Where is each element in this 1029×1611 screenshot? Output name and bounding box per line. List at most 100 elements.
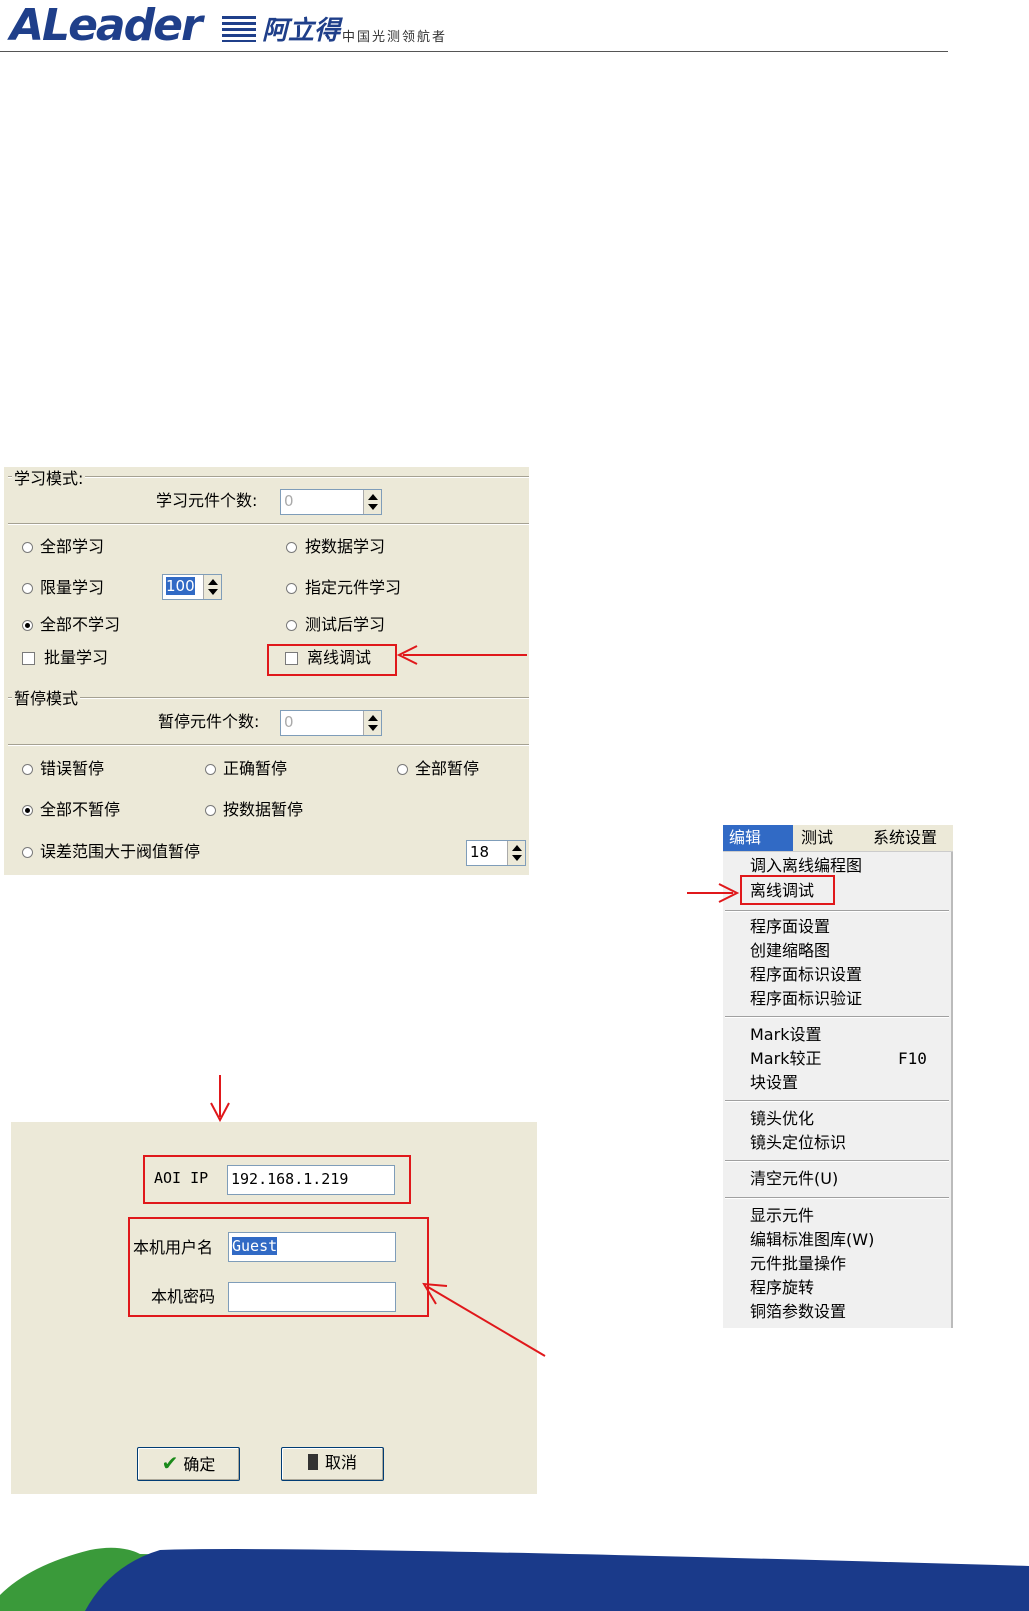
checkbox-offline-debug[interactable] [285,652,298,665]
aoi-ip-label: AOI IP [154,1169,209,1187]
radio-all-learn[interactable] [22,542,33,553]
learn-group-title: 学习模式: [12,469,86,489]
menu-item-face-mark-verify[interactable]: 程序面标识验证 [750,988,862,1010]
menubar-test-label: 测试 [801,828,834,847]
radio-after-test-learn[interactable] [286,620,297,631]
label-after-test-learn: 测试后学习 [305,615,386,634]
radio-limit-learn[interactable] [22,583,33,594]
brand-logo-chinese: 阿立得 [262,16,341,46]
menubar-test[interactable]: 测试 [801,825,833,851]
radio-all-pause[interactable] [397,764,408,775]
username-value: Guest [232,1237,278,1255]
menu-item-face-mark-settings[interactable]: 程序面标识设置 [750,964,862,986]
radio-threshold-pause[interactable] [22,847,33,858]
menubar-system-settings[interactable]: 系统设置 [873,825,937,851]
aoi-ip-input[interactable]: 192.168.1.219 [227,1165,395,1195]
threshold-spin-arrows-icon[interactable] [507,841,525,865]
menu-separator [725,1197,949,1199]
menubar: 编辑 测试 系统设置 [723,825,953,852]
brand-logo-text: ALeader [10,0,203,51]
label-no-pause: 全部不暂停 [40,800,121,819]
menu-separator [725,1100,949,1102]
menu-item-show-components[interactable]: 显示元件 [750,1205,814,1227]
ok-button[interactable]: ✔ 确定 [137,1447,240,1481]
logo-stripes-icon [222,16,256,42]
menu-separator [725,1160,949,1162]
edit-dropdown-menu: 编辑 测试 系统设置 调入离线编程图 离线调试 程序面设置 创建缩略图 程序面标… [723,825,953,1328]
limit-spin-arrows-icon[interactable] [203,575,221,599]
label-by-data-learn: 按数据学习 [305,537,386,556]
pause-options-divider [8,744,529,746]
menu-item-lens-optimize[interactable]: 镜头优化 [750,1108,814,1130]
pause-group-border [8,697,529,699]
label-all-pause: 全部暂停 [415,759,480,778]
menu-item-program-rotate[interactable]: 程序旋转 [750,1277,814,1299]
annotation-arrow-credentials [422,1282,546,1357]
menu-item-mark-calibrate[interactable]: Mark较正 [750,1048,821,1070]
radio-no-learn[interactable] [22,620,33,631]
menu-item-edit-standard-library[interactable]: 编辑标准图库(W) [750,1229,874,1251]
exit-door-icon [307,1454,318,1470]
menu-separator [725,910,949,912]
menubar-system-settings-label: 系统设置 [873,828,938,847]
label-error-pause: 错误暂停 [40,759,105,778]
learn-options-divider [8,523,529,525]
annotation-arrow-menu-offline [687,883,740,903]
threshold-value: 18 [470,843,490,861]
label-no-learn: 全部不学习 [40,615,121,634]
learn-count-label: 学习元件个数: [156,491,258,510]
menu-item-block-settings[interactable]: 块设置 [750,1072,798,1094]
label-specified-learn: 指定元件学习 [305,578,402,597]
menubar-edit[interactable]: 编辑 [723,825,793,851]
limit-learn-spinner[interactable]: 100 [162,574,222,600]
annotation-arrow-down [210,1075,230,1123]
header-divider [0,51,948,52]
cancel-button[interactable]: 取消 [281,1447,384,1481]
label-correct-pause: 正确暂停 [223,759,288,778]
checkmark-icon: ✔ [161,1451,179,1475]
pause-group-title: 暂停模式 [12,689,81,709]
cancel-button-label: 取消 [325,1453,358,1472]
radio-by-data-pause[interactable] [205,805,216,816]
label-by-data-pause: 按数据暂停 [223,800,304,819]
username-input[interactable]: Guest [228,1232,396,1262]
brand-slogan: 中国光测领航者 [342,30,448,45]
menu-item-load-offline-map[interactable]: 调入离线编程图 [750,855,862,877]
menu-item-copper-foil-params[interactable]: 铜箔参数设置 [750,1301,846,1323]
learn-count-value: 0 [284,492,294,510]
label-limit-learn: 限量学习 [40,578,105,597]
pause-count-spin-arrows-icon[interactable] [363,711,381,735]
learn-pause-panel: 学习模式: 学习元件个数: 0 全部学习 按数据学习 限量学习 100 指定元件… [4,467,529,875]
radio-no-pause[interactable] [22,805,33,816]
menu-shortcut-f10: F10 [898,1049,927,1068]
menu-item-lens-position-mark[interactable]: 镜头定位标识 [750,1132,846,1154]
menu-item-program-face-settings[interactable]: 程序面设置 [750,916,830,938]
radio-error-pause[interactable] [22,764,33,775]
label-batch-learn: 批量学习 [44,648,109,667]
radio-by-data-learn[interactable] [286,542,297,553]
pause-count-spinner[interactable]: 0 [280,710,382,736]
password-label: 本机密码 [151,1287,216,1306]
menu-item-clear-components[interactable]: 清空元件(U) [750,1168,838,1190]
menu-item-batch-component-ops[interactable]: 元件批量操作 [750,1253,846,1275]
username-label: 本机用户名 [133,1238,214,1257]
menu-item-mark-settings[interactable]: Mark设置 [750,1024,821,1046]
learn-count-spin-arrows-icon[interactable] [363,490,381,514]
radio-specified-learn[interactable] [286,583,297,594]
password-input[interactable] [228,1282,396,1312]
radio-correct-pause[interactable] [205,764,216,775]
limit-learn-value: 100 [166,577,195,595]
label-all-learn: 全部学习 [40,537,105,556]
label-threshold-pause: 误差范围大于阀值暂停 [40,842,201,861]
learn-count-spinner[interactable]: 0 [280,489,382,515]
checkbox-batch-learn[interactable] [22,652,35,665]
menu-separator [725,1016,949,1018]
threshold-spinner[interactable]: 18 [466,840,526,866]
annotation-arrow-offline-checkbox [396,645,527,665]
menu-item-create-thumbnail[interactable]: 创建缩略图 [750,940,830,962]
label-offline-debug: 离线调试 [307,648,372,667]
menubar-edit-label: 编辑 [729,828,762,847]
ok-button-label: 确定 [183,1455,216,1474]
pause-count-value: 0 [284,713,294,731]
pause-count-label: 暂停元件个数: [158,712,260,731]
